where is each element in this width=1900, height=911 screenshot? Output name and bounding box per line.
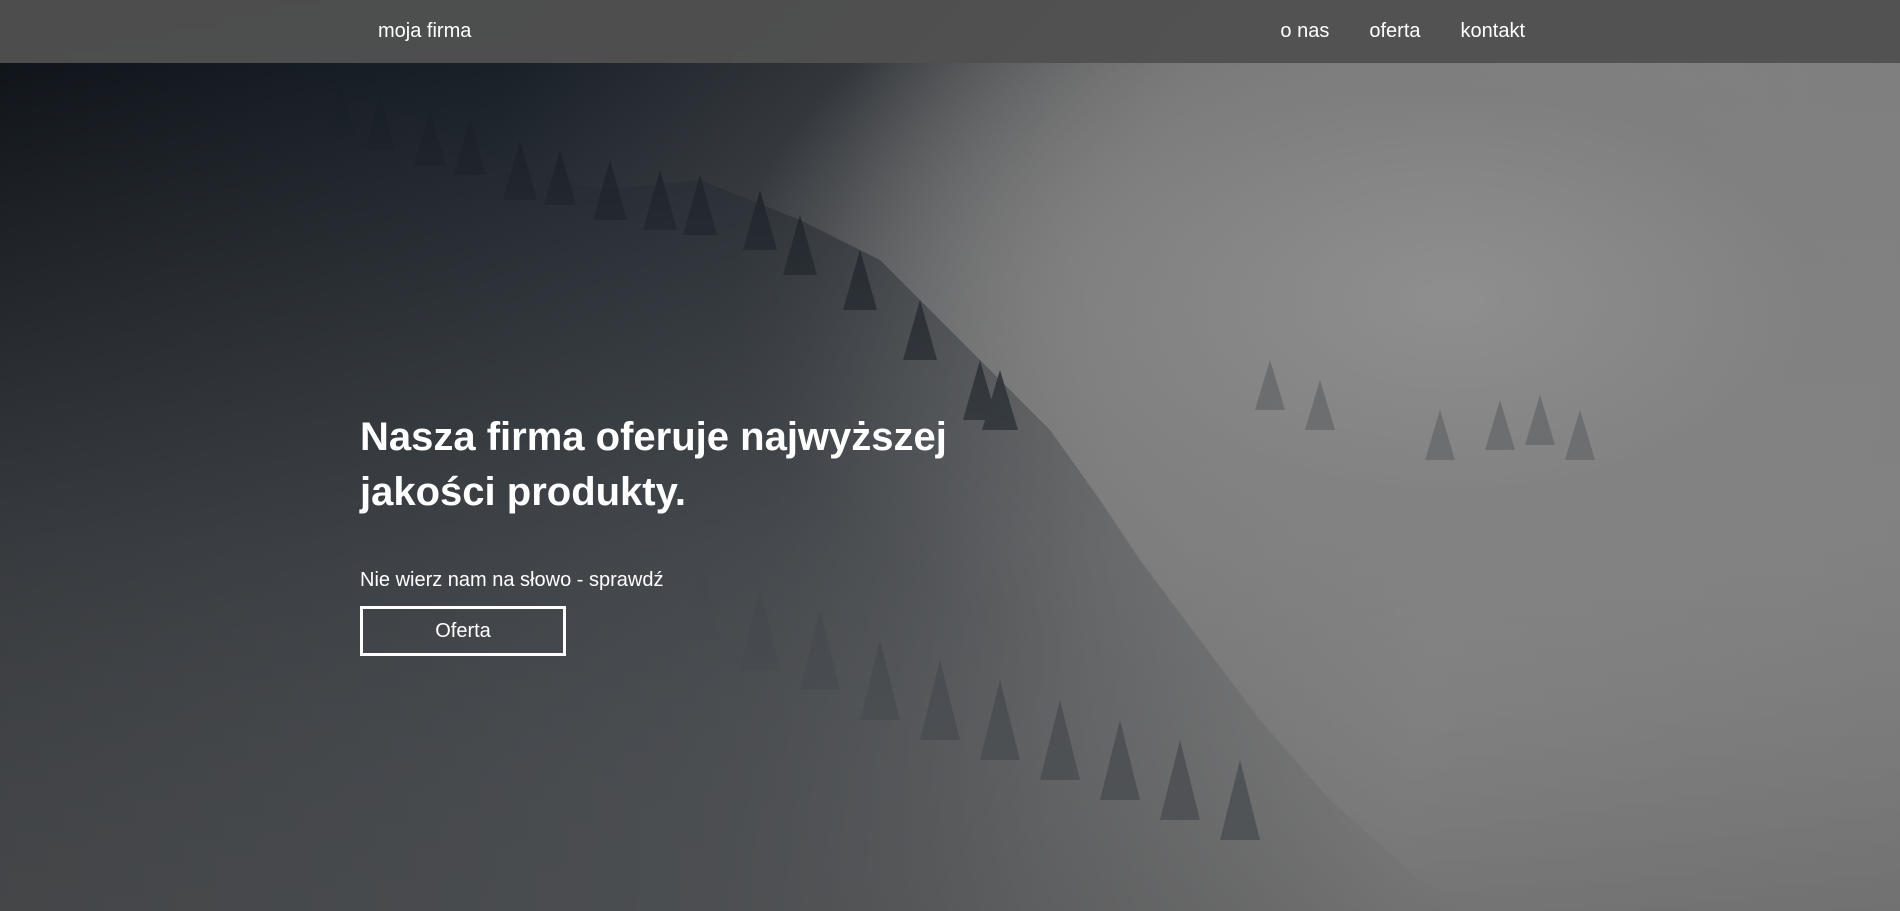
brand-logo-link[interactable]: moja firma	[378, 0, 471, 63]
main-nav: o nas oferta kontakt	[1280, 0, 1525, 63]
page: moja firma o nas oferta kontakt Nasza fi…	[0, 0, 1900, 911]
nav-link-o-nas[interactable]: o nas	[1280, 20, 1329, 43]
nav-link-kontakt[interactable]: kontakt	[1461, 20, 1525, 43]
hero-title: Nasza firma oferuje najwyższej jakości p…	[360, 415, 947, 514]
hero-section: Nasza firma oferuje najwyższej jakości p…	[360, 410, 1060, 656]
oferta-button[interactable]: Oferta	[360, 606, 566, 656]
top-navigation-bar: moja firma o nas oferta kontakt	[0, 0, 1900, 63]
hero-subtitle: Nie wierz nam na słowo - sprawdź	[360, 569, 664, 591]
nav-link-oferta[interactable]: oferta	[1369, 20, 1420, 43]
